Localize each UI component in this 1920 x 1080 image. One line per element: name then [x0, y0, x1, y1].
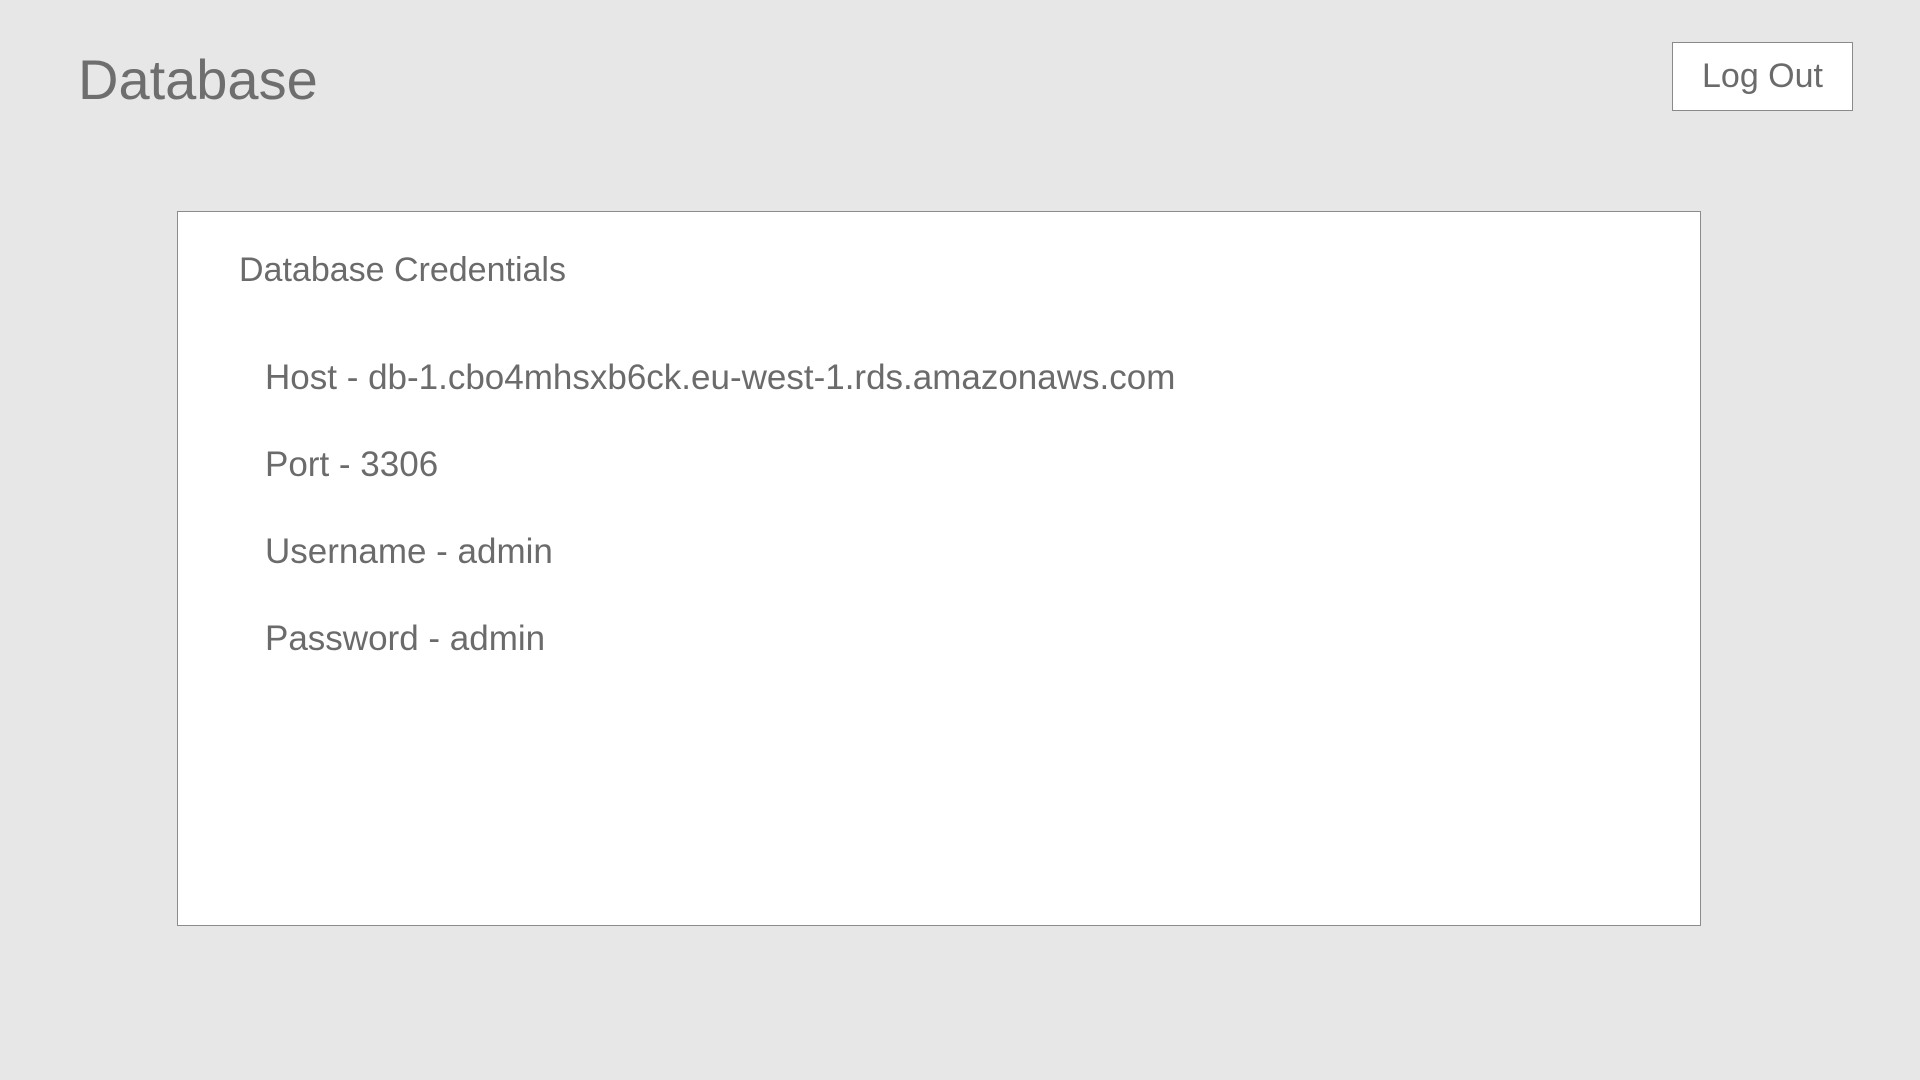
- card-title: Database Credentials: [239, 251, 566, 289]
- username-row: Username - admin: [265, 532, 553, 571]
- host-row: Host - db-1.cbo4mhsxb6ck.eu-west-1.rds.a…: [265, 358, 1176, 397]
- log-out-button[interactable]: Log Out: [1672, 42, 1853, 111]
- credentials-card: Database Credentials Host - db-1.cbo4mhs…: [177, 211, 1701, 926]
- page-title: Database: [78, 48, 318, 111]
- password-row: Password - admin: [265, 619, 546, 658]
- credentials-list: Host - db-1.cbo4mhsxb6ck.eu-west-1.rds.a…: [265, 356, 1175, 704]
- port-row: Port - 3306: [265, 445, 439, 484]
